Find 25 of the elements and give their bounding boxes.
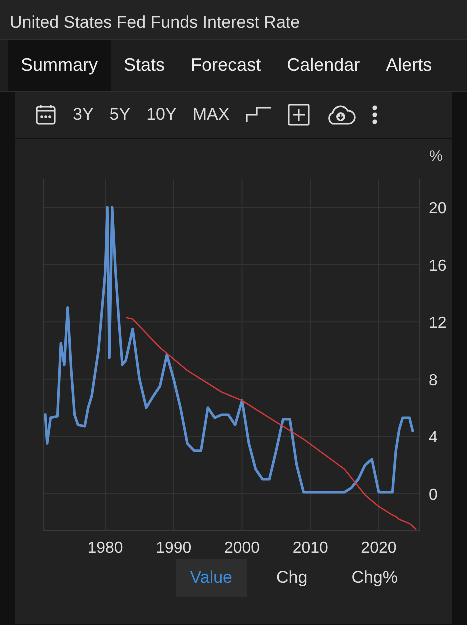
axis-label: 1980	[88, 540, 124, 557]
mode-toggle[interactable]: Chg%	[338, 559, 412, 596]
axis-label: 12	[429, 315, 447, 332]
tab[interactable]: Summary	[8, 40, 112, 91]
axis-label: 0	[429, 486, 438, 504]
axis-label: 2010	[292, 540, 328, 557]
axis-label: 2000	[224, 540, 260, 557]
axis-label: 2020	[361, 540, 397, 557]
tab[interactable]: Stats	[111, 40, 178, 91]
axis-label: 4	[429, 430, 438, 447]
axis-label: 20	[429, 200, 447, 218]
range-button[interactable]: 5Y	[102, 102, 139, 128]
window-title: United States Fed Funds Interest Rate	[0, 0, 467, 40]
axis-label: 8	[429, 372, 438, 390]
unit-label: %	[430, 148, 443, 165]
mode-toggle[interactable]: Chg	[262, 559, 322, 596]
axis-label: 1990	[156, 540, 192, 557]
tab[interactable]: Calendar	[274, 40, 374, 91]
range-button[interactable]: 3Y	[65, 102, 102, 128]
tab[interactable]: Alerts	[373, 40, 446, 91]
axis-label: 16	[429, 258, 447, 275]
range-button[interactable]: 10Y	[138, 102, 185, 128]
tab[interactable]: Forecast	[178, 40, 274, 91]
mode-toggle[interactable]: Value	[176, 559, 246, 596]
range-button[interactable]: MAX	[184, 102, 238, 128]
